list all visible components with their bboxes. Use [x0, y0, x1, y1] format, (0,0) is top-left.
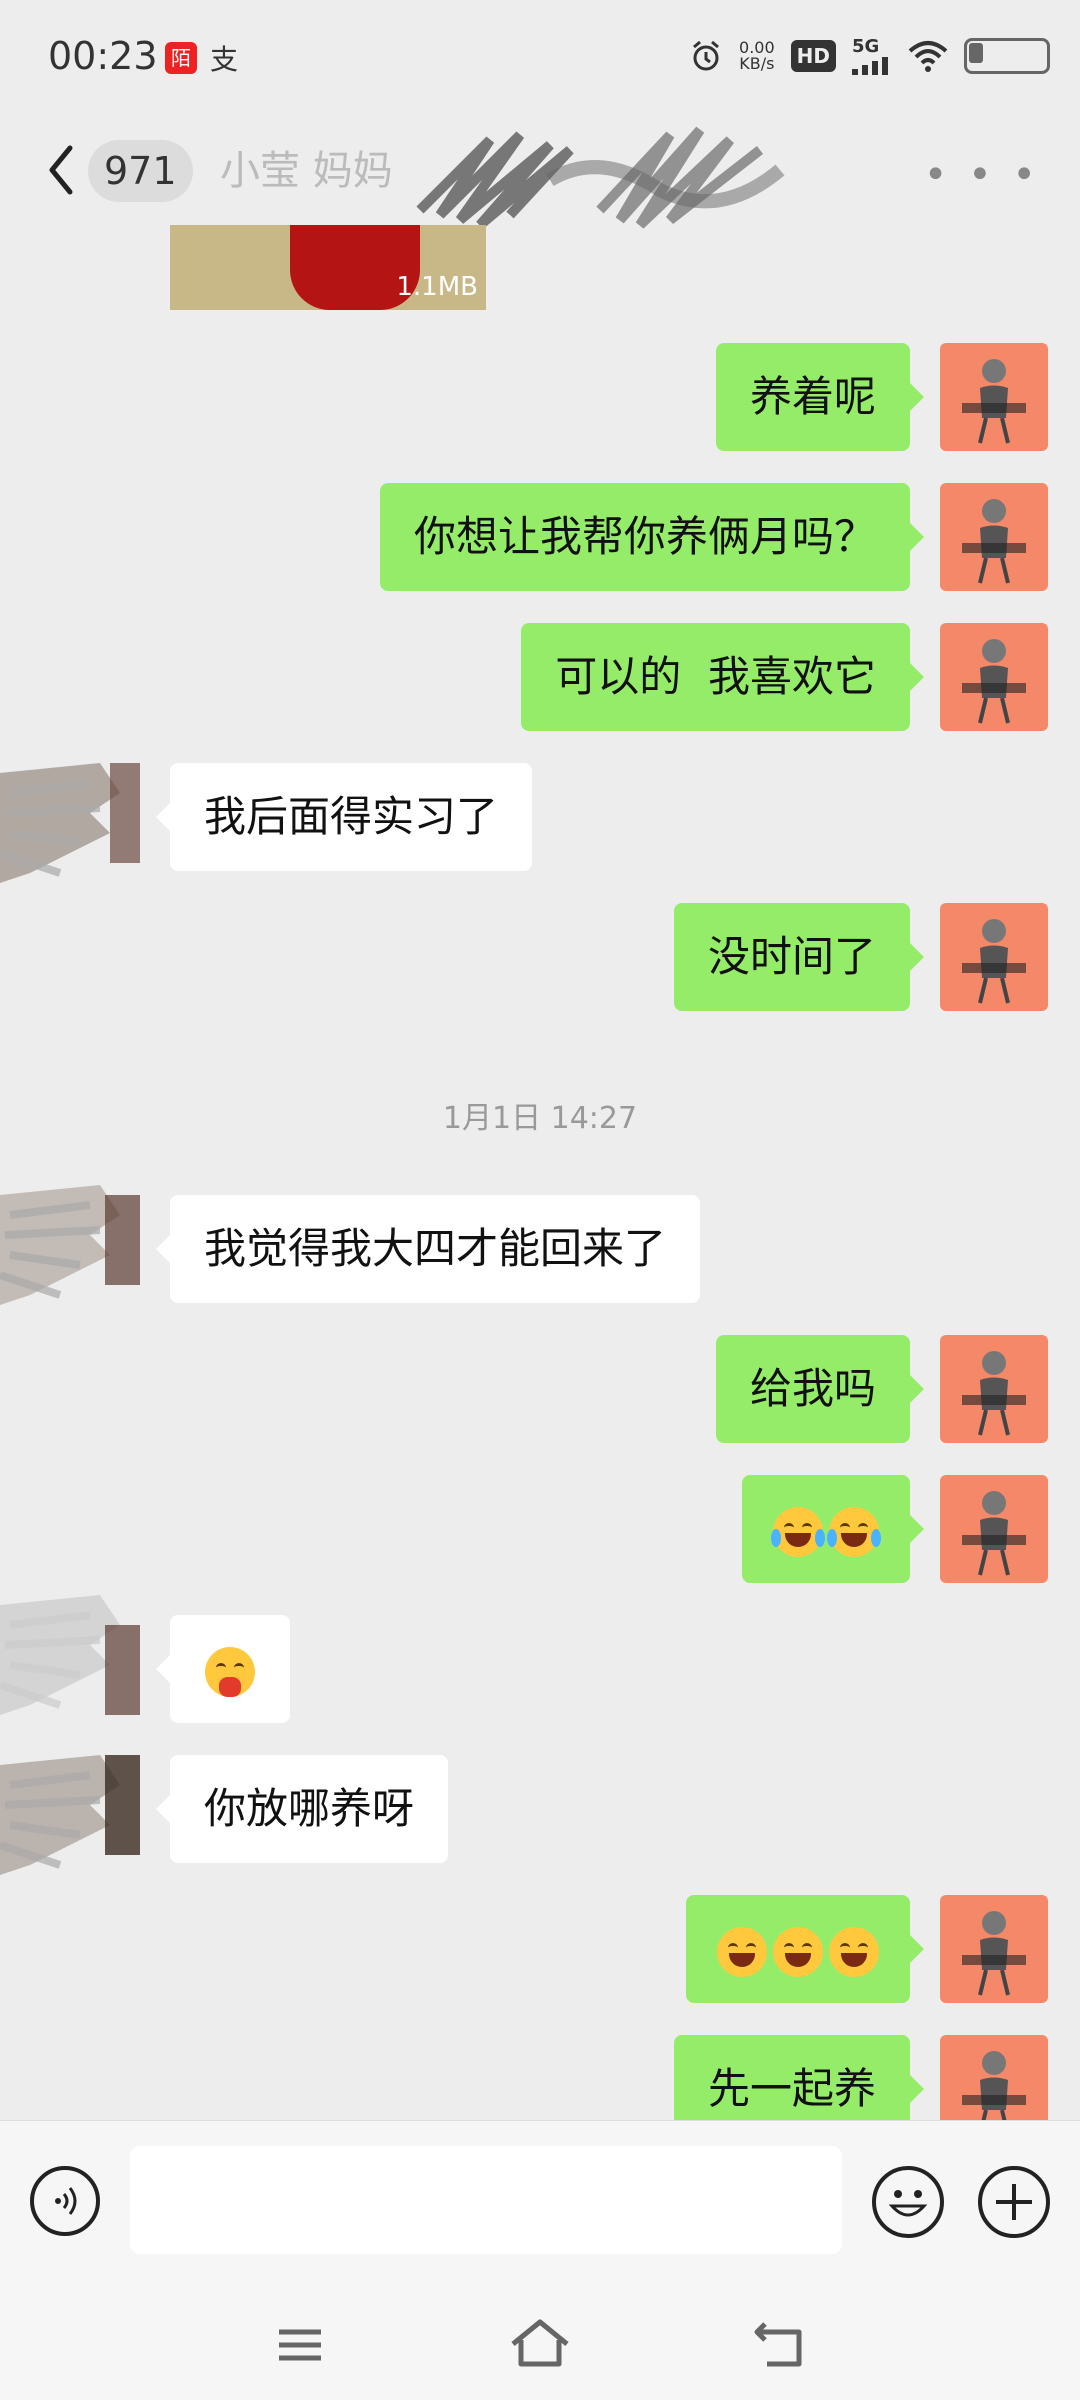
back-arrow-icon[interactable] — [40, 140, 90, 200]
image-size: 1.1MB — [396, 272, 478, 302]
my-avatar[interactable] — [940, 1475, 1048, 1583]
my-emoji-bubble[interactable] — [686, 1895, 924, 2003]
more-options-icon[interactable]: • • • — [924, 152, 1040, 198]
app-notification-icon: 陌 — [165, 42, 197, 74]
signal-icon: 5G — [852, 36, 892, 75]
system-nav-bar — [0, 2285, 1080, 2400]
my-avatar[interactable] — [940, 483, 1048, 591]
their-message-bubble[interactable]: 我觉得我大四才能回来了 — [155, 1195, 701, 1303]
image-message[interactable]: 1.1MB — [170, 225, 486, 310]
plus-icon[interactable] — [978, 2166, 1050, 2238]
home-icon[interactable] — [505, 2310, 575, 2380]
net-speed-unit: KB/s — [739, 53, 775, 73]
input-bar — [0, 2120, 1080, 2286]
my-message-bubble[interactable]: 先一起养 — [673, 2035, 925, 2120]
message-input[interactable] — [130, 2146, 842, 2254]
my-avatar[interactable] — [940, 343, 1048, 451]
my-message-bubble[interactable]: 可以的 我喜欢它 — [521, 623, 924, 731]
their-avatar[interactable] — [0, 1745, 140, 1885]
my-message-bubble[interactable]: 养着呢 — [715, 343, 925, 451]
my-message-bubble[interactable]: 给我吗 — [715, 1335, 925, 1443]
my-avatar[interactable] — [940, 2035, 1048, 2120]
chat-title: 小莹 妈妈 — [220, 148, 393, 194]
hd-badge: HD — [790, 39, 836, 72]
menu-icon[interactable] — [265, 2310, 335, 2380]
my-avatar[interactable] — [940, 1895, 1048, 2003]
back-icon[interactable] — [745, 2310, 815, 2380]
their-message-bubble[interactable]: 我后面得实习了 — [155, 763, 533, 871]
redaction-scribble — [416, 126, 785, 229]
my-avatar[interactable] — [940, 1335, 1048, 1443]
chat-timestamp: 1月1日 14:27 — [442, 1101, 638, 1136]
grin-emoji-icon — [829, 1926, 879, 1977]
network-type: 5G — [852, 36, 880, 57]
wifi-icon — [908, 40, 948, 72]
battery-icon — [964, 37, 1050, 74]
my-avatar[interactable] — [940, 903, 1048, 1011]
status-time: 00:23 — [48, 34, 158, 78]
chat-area[interactable]: 1.1MB 养着呢 你想让我帮你养俩月吗？ 可以的 我喜欢它 我后面得实习了 没… — [0, 225, 1080, 2120]
net-speed: 0.00 KB/s — [739, 39, 775, 73]
grin-emoji-icon — [717, 1926, 767, 1977]
my-message-bubble[interactable]: 你想让我帮你养俩月吗？ — [379, 483, 925, 591]
their-emoji-bubble[interactable] — [156, 1615, 290, 1723]
my-message-bubble[interactable]: 没时间了 — [673, 903, 925, 1011]
alarm-icon — [693, 40, 719, 70]
grin-emoji-icon — [773, 1926, 823, 1977]
their-avatar[interactable] — [0, 753, 140, 893]
unread-count-badge[interactable]: 971 — [88, 140, 193, 202]
my-emoji-bubble[interactable] — [742, 1475, 924, 1583]
status-bar: 00:23 陌 支 0.00 KB/s HD 5G — [0, 0, 1080, 120]
eating-face-emoji-icon — [205, 1646, 255, 1697]
their-avatar[interactable] — [0, 1585, 140, 1725]
chat-header: 971 小莹 妈妈 • • • — [0, 120, 1080, 229]
voice-icon[interactable] — [30, 2166, 100, 2236]
their-avatar[interactable] — [0, 1175, 140, 1315]
cry-laugh-emoji-icon — [771, 1506, 825, 1557]
cry-laugh-emoji-icon — [827, 1506, 881, 1557]
my-avatar[interactable] — [940, 623, 1048, 731]
their-message-bubble[interactable]: 你放哪养呀 — [155, 1755, 449, 1863]
alipay-notification-icon: 支 — [210, 43, 239, 76]
status-indicators: 0.00 KB/s HD 5G — [689, 36, 1050, 75]
emoji-icon[interactable] — [872, 2166, 944, 2238]
